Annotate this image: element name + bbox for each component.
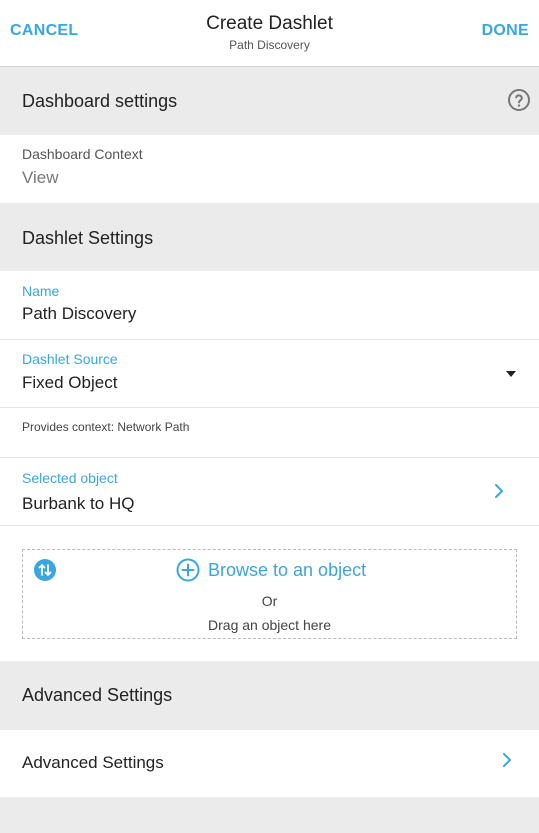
top-bar: CANCEL Create Dashlet Path Discovery DON… <box>0 0 539 67</box>
page-subtitle: Path Discovery <box>229 38 310 52</box>
drag-hint: Drag an object here <box>208 617 331 633</box>
chevron-right-icon[interactable] <box>501 752 513 768</box>
selected-object-label: Selected object <box>22 470 118 486</box>
advanced-settings-title: Advanced Settings <box>22 685 173 705</box>
advanced-settings-section: Advanced Settings <box>0 661 539 730</box>
name-label: Name <box>22 283 60 299</box>
dashlet-source-select[interactable]: Dashlet Source Fixed Object <box>0 340 539 408</box>
dashboard-context-label: Dashboard Context <box>22 146 143 162</box>
browse-object-button[interactable]: Browse to an object <box>176 558 366 582</box>
dashlet-source-label: Dashlet Source <box>22 351 118 367</box>
object-dropzone[interactable]: Browse to an object Or Drag an object he… <box>22 549 517 639</box>
name-value[interactable]: Path Discovery <box>22 304 136 324</box>
dropdown-caret-icon[interactable] <box>506 371 516 377</box>
browse-object-label: Browse to an object <box>208 559 367 580</box>
provides-context-note: Provides context: Network Path <box>22 420 190 434</box>
dashboard-settings-title: Dashboard settings <box>22 91 178 111</box>
provides-context-row: Provides context: Network Path <box>0 408 539 458</box>
plus-circle-icon <box>176 558 200 582</box>
or-label: Or <box>261 593 278 609</box>
dashlet-settings-section: Dashlet Settings <box>0 203 539 271</box>
chevron-right-icon[interactable] <box>493 483 505 499</box>
page-title: Create Dashlet <box>206 13 333 34</box>
dashboard-settings-section: Dashboard settings <box>0 67 539 135</box>
swap-vertical-icon[interactable] <box>33 558 57 582</box>
selected-object-row[interactable]: Selected object Burbank to HQ <box>0 458 539 526</box>
dashboard-context-row: Dashboard Context View <box>0 135 539 203</box>
dashboard-context-value: View <box>22 168 59 187</box>
help-circle-icon[interactable] <box>507 88 531 112</box>
selected-object-value: Burbank to HQ <box>22 494 135 513</box>
advanced-settings-row[interactable]: Advanced Settings <box>0 730 539 797</box>
name-field[interactable]: Name Path Discovery <box>0 271 539 340</box>
advanced-settings-label: Advanced Settings <box>22 753 164 772</box>
dashlet-source-value: Fixed Object <box>22 373 118 392</box>
done-button[interactable]: DONE <box>482 22 529 40</box>
dashlet-settings-title: Dashlet Settings <box>22 228 154 248</box>
